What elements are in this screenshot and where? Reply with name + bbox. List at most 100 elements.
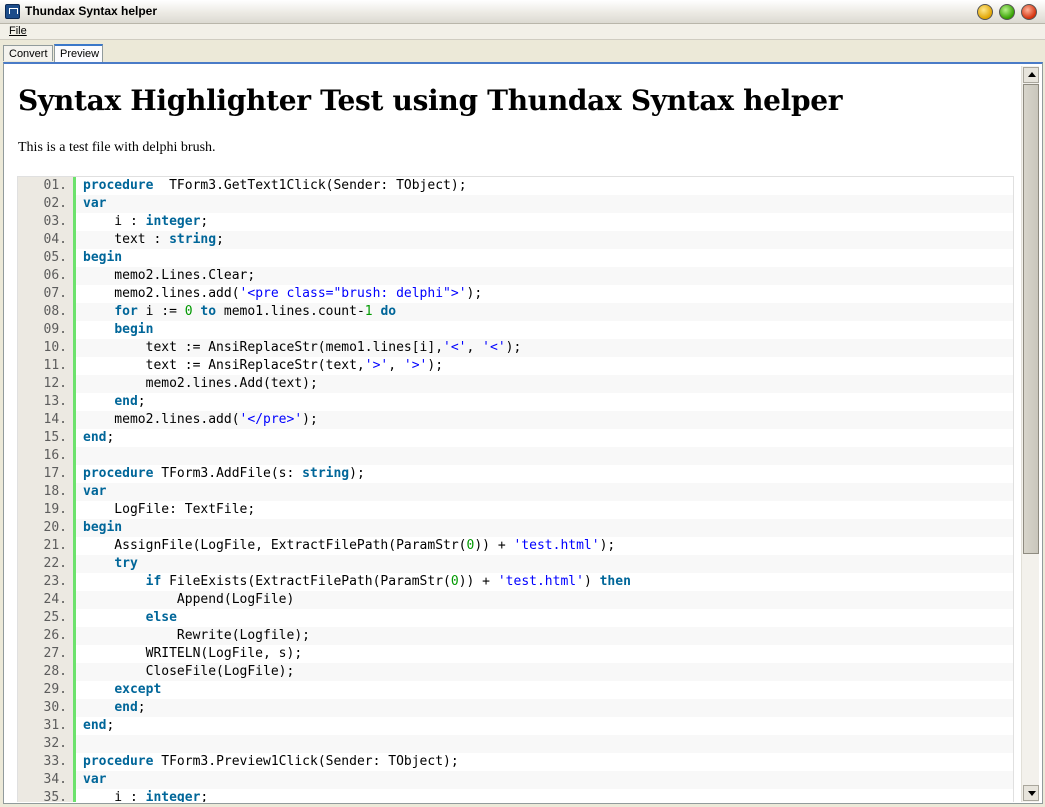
code-string: '>' xyxy=(364,358,389,373)
code-text: end; xyxy=(83,429,114,447)
code-text: procedure TForm3.AddFile(s: string); xyxy=(83,465,365,483)
gutter-accent xyxy=(73,177,76,802)
code-keyword: for xyxy=(114,304,138,319)
code-plain: ); xyxy=(302,412,318,427)
line-number: 33. xyxy=(18,753,73,771)
code-number: 1 xyxy=(364,304,373,319)
preview-webview: Syntax Highlighter Test using Thundax Sy… xyxy=(5,66,1020,802)
code-plain: ; xyxy=(106,430,115,445)
code-text: if FileExists(ExtractFilePath(ParamStr(0… xyxy=(83,573,631,591)
line-number: 19. xyxy=(18,501,73,519)
maximize-button[interactable] xyxy=(999,4,1015,20)
code-line: 20. begin xyxy=(18,519,1013,537)
line-number: 26. xyxy=(18,627,73,645)
app-icon xyxy=(5,4,20,19)
code-plain: Rewrite(Logfile); xyxy=(83,628,310,643)
code-plain: TForm3.AddFile(s: xyxy=(153,466,303,481)
code-text: i : integer; xyxy=(83,213,208,231)
code-line: 15. end; xyxy=(18,429,1013,447)
code-text: text := AnsiReplaceStr(text,'>', '>'); xyxy=(83,357,443,375)
code-plain: , xyxy=(466,340,483,355)
code-plain: TForm3.Preview1Click(Sender: TObject); xyxy=(153,754,459,769)
code-text: for i := 0 to memo1.lines.count-1 do xyxy=(83,303,396,321)
code-plain: ; xyxy=(200,790,209,802)
arrow-up-icon xyxy=(1028,72,1036,77)
code-plain: text := AnsiReplaceStr(memo1.lines[i], xyxy=(83,340,444,355)
code-keyword: end xyxy=(114,394,138,409)
code-line: 03. i : integer; xyxy=(18,213,1013,231)
tab-convert[interactable]: Convert xyxy=(3,45,53,61)
code-keyword: integer xyxy=(145,214,201,229)
code-line: 27. WRITELN(LogFile, s); xyxy=(18,645,1013,663)
scroll-thumb[interactable] xyxy=(1023,84,1039,554)
code-keyword: end xyxy=(83,430,107,445)
line-number: 22. xyxy=(18,555,73,573)
code-plain: text : xyxy=(83,232,170,247)
code-plain xyxy=(83,556,114,571)
code-keyword: try xyxy=(114,556,138,571)
line-number: 29. xyxy=(18,681,73,699)
code-line: 28. CloseFile(LogFile); xyxy=(18,663,1013,681)
code-keyword: else xyxy=(145,610,177,625)
minimize-button[interactable] xyxy=(977,4,993,20)
code-text: i : integer; xyxy=(83,789,208,802)
code-text: end; xyxy=(83,699,145,717)
code-plain: i : xyxy=(83,214,146,229)
line-number: 14. xyxy=(18,411,73,429)
code-keyword: string xyxy=(302,466,350,481)
code-keyword: var xyxy=(83,484,107,499)
code-line: 25. else xyxy=(18,609,1013,627)
tab-strip: Convert Preview xyxy=(0,40,1045,62)
line-number: 20. xyxy=(18,519,73,537)
code-block: 01. procedure TForm3.GetText1Click(Sender… xyxy=(17,176,1014,802)
code-plain: ); xyxy=(505,340,522,355)
code-line: 06. memo2.Lines.Clear; xyxy=(18,267,1013,285)
code-text: memo2.lines.add('</pre>'); xyxy=(83,411,318,429)
line-number: 17. xyxy=(18,465,73,483)
tab-preview[interactable]: Preview xyxy=(54,44,103,62)
line-number: 04. xyxy=(18,231,73,249)
line-number: 31. xyxy=(18,717,73,735)
code-text: var xyxy=(83,195,106,213)
code-plain xyxy=(83,394,114,409)
code-keyword: procedure xyxy=(83,178,154,193)
code-plain: memo1.lines.count- xyxy=(216,304,365,319)
line-number: 24. xyxy=(18,591,73,609)
code-line: 09. begin xyxy=(18,321,1013,339)
code-line: 23. if FileExists(ExtractFilePath(ParamS… xyxy=(18,573,1013,591)
code-keyword: to xyxy=(200,304,217,319)
page-title: Syntax Highlighter Test using Thundax Sy… xyxy=(18,84,843,117)
line-number: 27. xyxy=(18,645,73,663)
code-line: 33. procedure TForm3.Preview1Click(Sender… xyxy=(18,753,1013,771)
line-number: 12. xyxy=(18,375,73,393)
code-line: 10. text := AnsiReplaceStr(memo1.lines[i… xyxy=(18,339,1013,357)
code-text: else xyxy=(83,609,177,627)
line-number: 07. xyxy=(18,285,73,303)
code-line: 04. text : string; xyxy=(18,231,1013,249)
menu-file[interactable]: File xyxy=(9,25,27,37)
line-number: 16. xyxy=(18,447,73,465)
code-keyword: string xyxy=(169,232,217,247)
vertical-scrollbar[interactable] xyxy=(1021,66,1039,802)
code-plain: ); xyxy=(466,286,483,301)
code-string: '</pre>' xyxy=(239,412,303,427)
code-line: 08. for i := 0 to memo1.lines.count-1 do xyxy=(18,303,1013,321)
code-text: memo2.lines.add('<pre class="brush: delp… xyxy=(83,285,482,303)
code-text: text : string; xyxy=(83,231,224,249)
code-plain: memo2.lines.add( xyxy=(83,286,240,301)
code-line: 17. procedure TForm3.AddFile(s: string); xyxy=(18,465,1013,483)
code-line: 22. try xyxy=(18,555,1013,573)
code-plain xyxy=(83,682,114,697)
scroll-up-button[interactable] xyxy=(1023,67,1039,83)
code-plain xyxy=(83,610,146,625)
code-plain: + xyxy=(490,538,514,553)
close-button[interactable] xyxy=(1021,4,1037,20)
code-plain xyxy=(83,322,114,337)
code-line: 12. memo2.lines.Add(text); xyxy=(18,375,1013,393)
scroll-down-button[interactable] xyxy=(1023,785,1039,801)
code-text: var xyxy=(83,771,106,789)
code-plain: ; xyxy=(106,718,115,733)
code-text: CloseFile(LogFile); xyxy=(83,663,295,681)
code-keyword: if xyxy=(145,574,162,589)
line-number: 08. xyxy=(18,303,73,321)
